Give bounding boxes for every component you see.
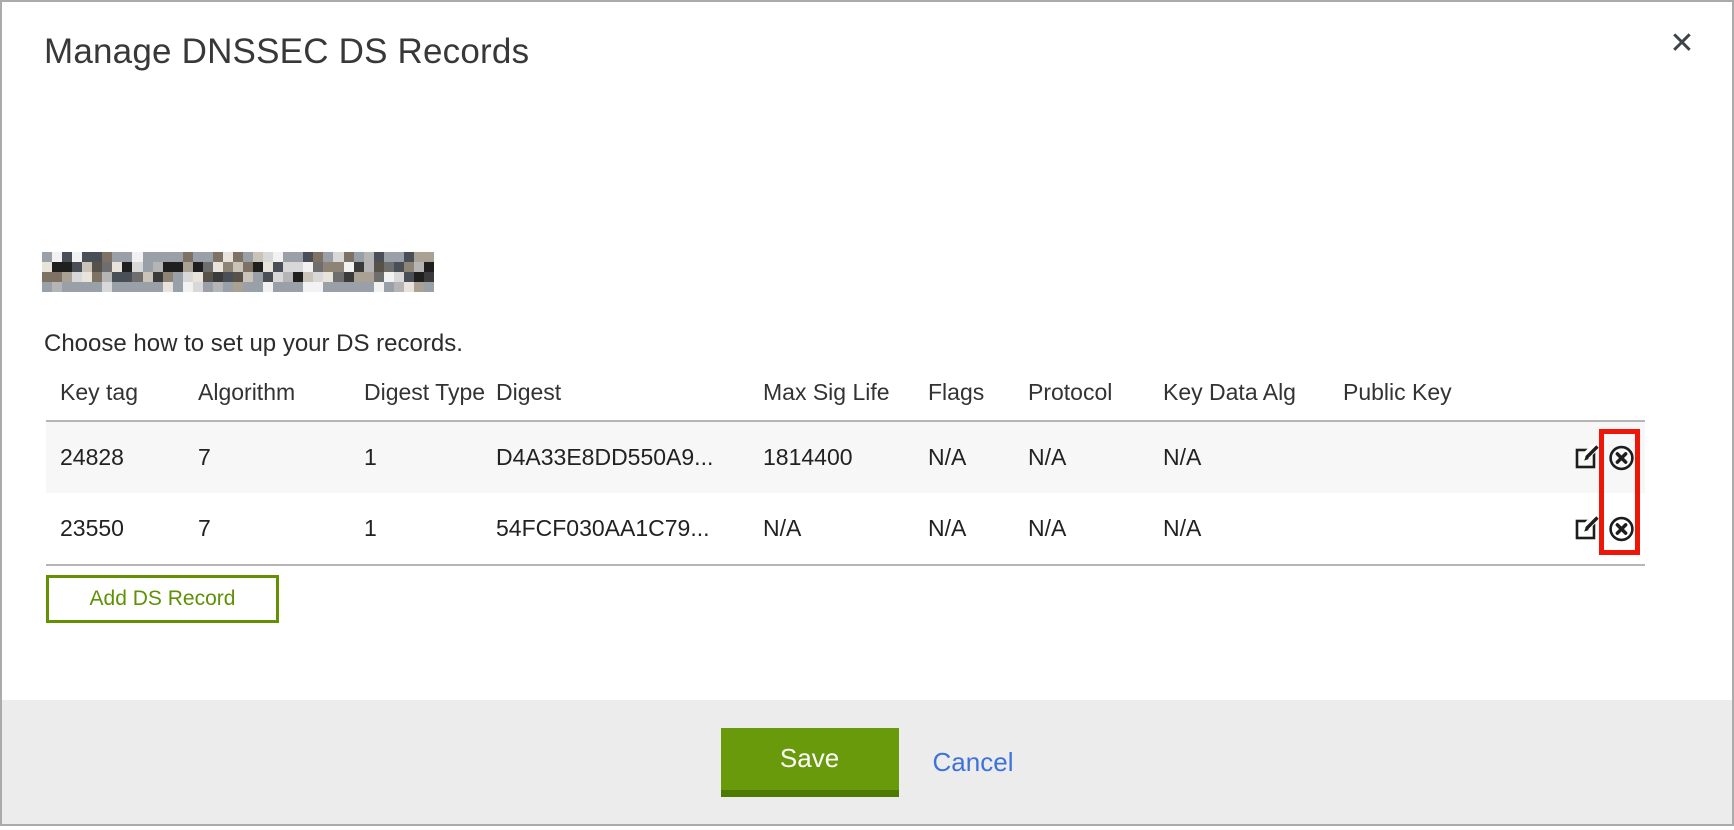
column-header-public-key: Public Key (1343, 379, 1503, 406)
cell-protocol: N/A (1028, 444, 1163, 471)
cell-protocol: N/A (1028, 515, 1163, 542)
column-header-protocol: Protocol (1028, 379, 1163, 406)
dialog-footer: Save Cancel (2, 700, 1732, 824)
column-header-digest-type: Digest Type (364, 379, 496, 406)
add-ds-record-button[interactable]: Add DS Record (46, 575, 279, 623)
cell-algorithm: 7 (198, 515, 364, 542)
cell-digest-type: 1 (364, 444, 496, 471)
dialog-title: Manage DNSSEC DS Records (44, 32, 529, 72)
column-header-max-sig-life: Max Sig Life (763, 379, 928, 406)
table-row: 24828 7 1 D4A33E8DD550A9... 1814400 N/A … (46, 422, 1645, 493)
cell-max-sig-life: N/A (763, 515, 928, 542)
close-icon[interactable]: ✕ (1662, 24, 1702, 64)
column-header-key-tag: Key tag (46, 379, 198, 406)
table-header-row: Key tag Algorithm Digest Type Digest Max… (46, 379, 1645, 420)
cell-key-data-alg: N/A (1163, 444, 1343, 471)
edit-pencil-square-icon[interactable] (1574, 444, 1601, 471)
cell-digest-type: 1 (364, 515, 496, 542)
cell-algorithm: 7 (198, 444, 364, 471)
edit-pencil-square-icon[interactable] (1574, 515, 1601, 542)
table-body: 24828 7 1 D4A33E8DD550A9... 1814400 N/A … (46, 420, 1645, 566)
column-header-key-data-alg: Key Data Alg (1163, 379, 1343, 406)
save-button[interactable]: Save (721, 728, 899, 797)
cell-digest: D4A33E8DD550A9... (496, 444, 763, 471)
cell-digest: 54FCF030AA1C79... (496, 515, 763, 542)
cell-key-tag: 24828 (46, 444, 198, 471)
cancel-link[interactable]: Cancel (933, 747, 1014, 778)
cell-flags: N/A (928, 444, 1028, 471)
delete-circle-x-icon[interactable] (1608, 515, 1635, 542)
column-header-flags: Flags (928, 379, 1028, 406)
manage-dnssec-ds-records-dialog: Manage DNSSEC DS Records ✕ Choose how to… (0, 0, 1734, 826)
cell-flags: N/A (928, 515, 1028, 542)
redacted-domain-name (42, 252, 434, 292)
cell-max-sig-life: 1814400 (763, 444, 928, 471)
ds-records-table: Key tag Algorithm Digest Type Digest Max… (46, 379, 1645, 566)
column-header-algorithm: Algorithm (198, 379, 364, 406)
delete-circle-x-icon[interactable] (1608, 444, 1635, 471)
cell-key-tag: 23550 (46, 515, 198, 542)
setup-instructions-text: Choose how to set up your DS records. (44, 330, 463, 358)
column-header-digest: Digest (496, 379, 763, 406)
cell-key-data-alg: N/A (1163, 515, 1343, 542)
table-row: 23550 7 1 54FCF030AA1C79... N/A N/A N/A … (46, 493, 1645, 564)
